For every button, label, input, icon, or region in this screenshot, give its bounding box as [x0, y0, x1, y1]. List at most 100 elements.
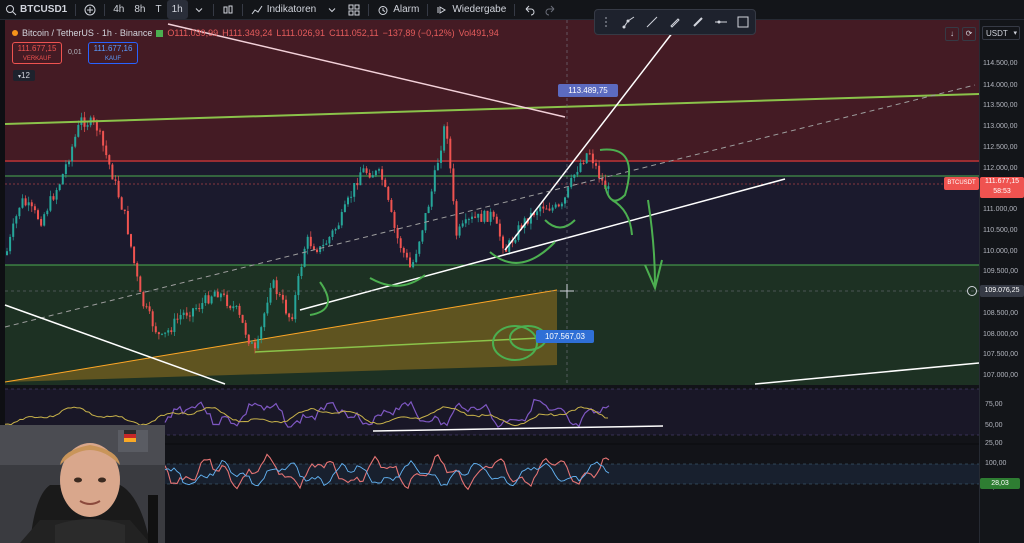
- candle-body: [201, 303, 204, 309]
- low-price-label[interactable]: 107.567,03: [536, 330, 594, 343]
- price-tick: 109.500,00: [983, 268, 1019, 275]
- candle-body: [232, 306, 235, 309]
- candle-body: [192, 308, 194, 317]
- compare-button[interactable]: [79, 0, 101, 19]
- webcam-overlay: [0, 425, 165, 543]
- candle-body: [322, 244, 325, 247]
- brush-tool-icon[interactable]: [691, 15, 705, 29]
- horizontal-ray-tool-icon[interactable]: [714, 15, 728, 29]
- high-price-label[interactable]: 113.489,75: [558, 84, 618, 97]
- candle-body: [567, 187, 570, 198]
- candle-body: [291, 317, 294, 320]
- trendline-tool-icon[interactable]: [645, 15, 659, 29]
- timeframe-1h[interactable]: 1h: [166, 0, 188, 19]
- candle-body: [303, 248, 306, 267]
- candle-body: [443, 126, 446, 151]
- last-price-tag: BTCUSDT: [944, 177, 979, 190]
- layouts-button[interactable]: [343, 0, 365, 19]
- candle-body: [108, 155, 111, 165]
- price-tick: 113.500,00: [983, 102, 1018, 109]
- pencil-tool-icon[interactable]: [668, 15, 682, 29]
- price-tick: 108.000,00: [983, 331, 1019, 338]
- oscillator-value-label: 28,03: [980, 478, 1020, 489]
- candle-body: [384, 179, 387, 187]
- candle-body: [486, 210, 489, 222]
- legend-visibility-icon[interactable]: [156, 29, 164, 37]
- candle-body: [368, 172, 371, 178]
- candle-body: [136, 263, 139, 277]
- buy-price: 111.677,16: [93, 44, 133, 53]
- candle-body: [198, 308, 201, 310]
- buy-button[interactable]: 111.677,16 KAUF: [88, 42, 138, 64]
- candle-body: [334, 228, 337, 231]
- indicator-collapse-button[interactable]: ▾12: [13, 70, 35, 81]
- candle-body: [68, 161, 70, 165]
- candle-body: [316, 249, 318, 252]
- replay-button[interactable]: Wiedergabe: [431, 0, 511, 19]
- candle-body: [387, 186, 390, 200]
- candle-body: [498, 223, 501, 237]
- timeframe-day[interactable]: T: [150, 0, 166, 19]
- candle-body: [238, 305, 241, 315]
- candle-body: [430, 191, 433, 207]
- candle-body: [161, 333, 163, 335]
- candle-body: [99, 130, 101, 132]
- candle-body: [272, 280, 275, 288]
- sell-button[interactable]: 111.677,15 VERKAUF: [12, 42, 62, 64]
- candle-body: [27, 202, 30, 206]
- path-tool-icon[interactable]: [622, 15, 636, 29]
- spread-value: 0,01: [68, 49, 82, 56]
- candle-body: [254, 342, 256, 349]
- candle-body: [18, 207, 21, 217]
- candle-body: [40, 219, 43, 226]
- indicators-dropdown[interactable]: [321, 0, 343, 19]
- indicators-button[interactable]: Indikatoren: [246, 0, 321, 19]
- candle-body: [123, 209, 126, 211]
- timeframe-dropdown[interactable]: [188, 0, 210, 19]
- undo-button[interactable]: [518, 0, 540, 19]
- price-tick: 111.000,00: [983, 206, 1017, 213]
- chart-type-button[interactable]: [217, 0, 239, 19]
- alarm-label: Alarm: [393, 4, 420, 15]
- candle-body: [474, 216, 477, 218]
- indicators-label: Indikatoren: [266, 4, 317, 15]
- drag-handle-icon[interactable]: [599, 15, 613, 29]
- candle-body: [21, 198, 24, 208]
- candle-body: [24, 198, 27, 206]
- candle-body: [33, 206, 36, 211]
- chevron-down-icon: ▾: [1013, 30, 1017, 37]
- candle-body: [61, 174, 64, 185]
- candle-body: [393, 211, 396, 228]
- candle-body: [219, 293, 222, 298]
- price-tick: 108.500,00: [983, 310, 1019, 317]
- candle-body: [458, 226, 461, 236]
- timeframe-8h[interactable]: 8h: [129, 0, 150, 19]
- last-price: 111.677,15: [985, 178, 1019, 185]
- top-toolbar: BTCUSD1 4h 8h T 1h Indikatoren Alarm Wie…: [0, 0, 1024, 20]
- symbol-search[interactable]: BTCUSD1: [0, 0, 72, 19]
- currency-selector[interactable]: USDT ▾: [982, 26, 1020, 40]
- candle-body: [331, 230, 334, 237]
- refresh-icon[interactable]: ⟳: [962, 27, 976, 41]
- candle-body: [15, 216, 18, 224]
- candle-body: [573, 174, 576, 178]
- redo-button[interactable]: [540, 0, 562, 19]
- osc-tick: 100,00: [985, 460, 1007, 467]
- candle-body: [102, 131, 105, 146]
- rectangle-tool-icon[interactable]: [736, 15, 750, 29]
- candle-body: [126, 210, 129, 235]
- timeframe-4h[interactable]: 4h: [108, 0, 129, 19]
- candle-body: [557, 204, 560, 207]
- candle-body: [455, 201, 458, 236]
- candle-body: [114, 179, 117, 181]
- sell-label: VERKAUF: [22, 56, 52, 62]
- drawing-toolbar: [594, 9, 756, 35]
- download-icon[interactable]: ↓: [945, 27, 959, 41]
- candle-body: [514, 239, 517, 243]
- candle-body: [489, 211, 492, 222]
- candle-body: [452, 168, 455, 202]
- candle-body: [319, 246, 322, 252]
- candle-body: [52, 196, 55, 200]
- alarm-button[interactable]: Alarm: [372, 0, 424, 19]
- replay-label: Wiedergabe: [452, 4, 507, 15]
